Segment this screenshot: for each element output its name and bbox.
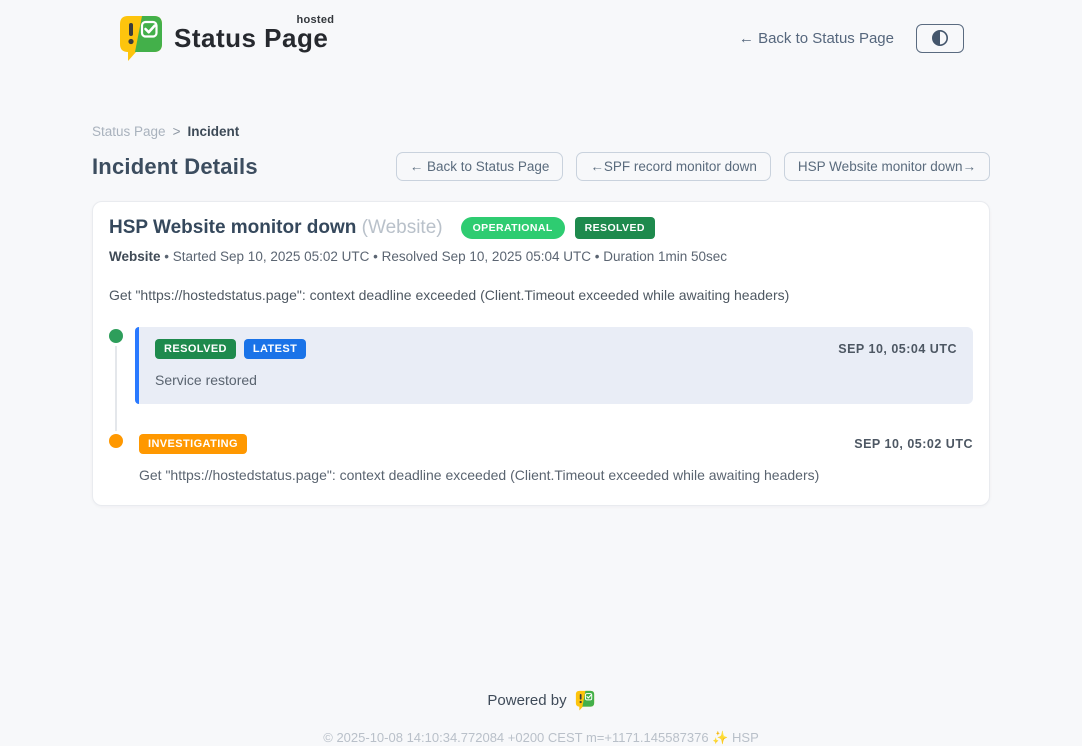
main-content: Status Page > Incident Incident Details ← … <box>92 124 990 746</box>
timeline-dot-green <box>109 329 123 343</box>
timeline-entry-investigating: INVESTIGATING SEP 10, 05:02 UTC Get "htt… <box>109 432 973 483</box>
timeline-entry-head: INVESTIGATING SEP 10, 05:02 UTC <box>139 434 973 454</box>
breadcrumb-separator: > <box>173 124 181 139</box>
timeline-entry-head: RESOLVED LATEST SEP 10, 05:04 UTC <box>155 339 957 359</box>
powered-by: Powered by <box>92 690 990 711</box>
page-header: Status Page hosted ← Back to Status Page <box>0 0 1082 64</box>
incident-nav-buttons: ← Back to Status Page ←SPF record monito… <box>396 152 990 181</box>
resolved-state-badge: RESOLVED <box>575 217 655 239</box>
timeline-timestamp: SEP 10, 05:02 UTC <box>854 437 973 451</box>
incident-title: HSP Website monitor down (Website) <box>109 217 443 239</box>
timeline-investigating-badge: INVESTIGATING <box>139 434 247 454</box>
timeline-message: Service restored <box>155 372 957 388</box>
half-circle-icon <box>930 28 950 48</box>
status-page-logo[interactable]: Status Page hosted <box>118 14 332 62</box>
brand-superscript: hosted <box>296 14 334 26</box>
theme-toggle-button[interactable] <box>916 24 964 53</box>
timeline-message: Get "https://hostedstatus.page": context… <box>139 467 973 483</box>
timeline-resolved-badge: RESOLVED <box>155 339 236 359</box>
timeline-badges: INVESTIGATING <box>139 434 247 454</box>
incident-meta-component: Website <box>109 249 161 264</box>
timeline-latest-badge: LATEST <box>244 339 306 359</box>
page-title: Incident Details <box>92 154 258 180</box>
header-back-to-status-page-link[interactable]: ← Back to Status Page <box>739 30 894 47</box>
back-to-status-page-button[interactable]: ← Back to Status Page <box>396 152 564 181</box>
brand-text: Status Page <box>174 23 328 53</box>
incident-card: HSP Website monitor down (Website) OPERA… <box>92 201 990 506</box>
breadcrumb-incident: Incident <box>187 124 239 139</box>
copyright-text: © 2025-10-08 14:10:34.772084 +0200 CEST … <box>92 730 990 746</box>
incident-title-text: HSP Website monitor down <box>109 217 356 238</box>
breadcrumb: Status Page > Incident <box>92 124 990 139</box>
prev-incident-button[interactable]: ←SPF record monitor down <box>576 152 771 181</box>
incident-meta: Website • Started Sep 10, 2025 05:02 UTC… <box>109 249 973 264</box>
incident-meta-details: • Started Sep 10, 2025 05:02 UTC • Resol… <box>164 249 727 264</box>
incident-description: Get "https://hostedstatus.page": context… <box>109 287 973 303</box>
operational-status-badge: OPERATIONAL <box>461 217 565 239</box>
timeline-badges: RESOLVED LATEST <box>155 339 306 359</box>
timeline-dot-orange <box>109 434 123 448</box>
incident-title-row: HSP Website monitor down (Website) OPERA… <box>109 217 973 239</box>
brand-wrap: Status Page hosted <box>174 23 332 54</box>
incident-badges: OPERATIONAL RESOLVED <box>461 217 655 239</box>
incident-timeline: RESOLVED LATEST SEP 10, 05:04 UTC Servic… <box>109 327 973 483</box>
incident-component: (Website) <box>362 217 443 238</box>
page-footer: Powered by © 2025-10-08 14:10:34.772084 … <box>92 690 990 746</box>
status-page-logo-icon <box>118 14 164 62</box>
timeline-entry-body-latest: RESOLVED LATEST SEP 10, 05:04 UTC Servic… <box>135 327 973 404</box>
status-page-mini-logo-icon[interactable] <box>575 690 595 711</box>
header-actions: ← Back to Status Page <box>739 24 964 53</box>
powered-by-text: Powered by <box>487 692 566 709</box>
title-row: Incident Details ← Back to Status Page ←… <box>92 152 990 181</box>
header-inner: Status Page hosted ← Back to Status Page <box>92 0 990 64</box>
breadcrumb-status-page[interactable]: Status Page <box>92 124 166 139</box>
timeline-timestamp: SEP 10, 05:04 UTC <box>838 342 957 356</box>
timeline-entry-body: INVESTIGATING SEP 10, 05:02 UTC Get "htt… <box>135 432 973 483</box>
timeline-entry-resolved: RESOLVED LATEST SEP 10, 05:04 UTC Servic… <box>109 327 973 404</box>
next-incident-button[interactable]: HSP Website monitor down→ <box>784 152 990 181</box>
